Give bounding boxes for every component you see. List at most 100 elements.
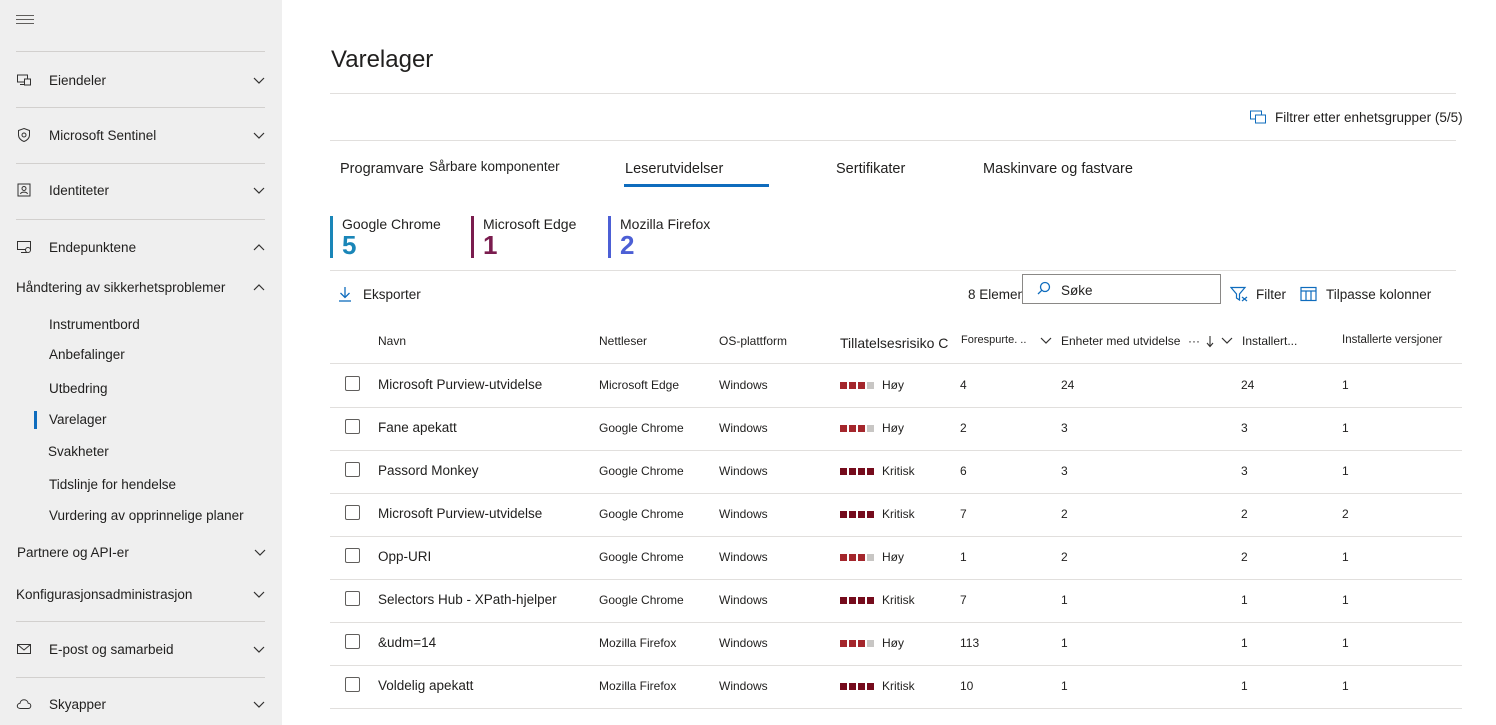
column-header-versions[interactable]: Installerte versjoner [1342,334,1442,346]
risk-bar-segment [849,553,856,561]
risk-bar-segment [849,639,856,647]
risk-bar-segment [858,553,865,561]
sort-descending-icon[interactable] [1205,335,1215,348]
divider [330,140,1456,141]
divider [16,51,265,52]
browser-summary-chrome[interactable]: Google Chrome 5 [330,216,441,258]
row-checkbox[interactable] [345,591,360,606]
chevron-down-icon [253,132,265,139]
tab-programvare[interactable]: Programvare [340,161,424,177]
tab-maskinvare[interactable]: Maskinvare og fastvare [983,161,1133,177]
chevron-down-icon[interactable] [1221,336,1233,346]
download-icon [339,287,351,302]
cell-requests: 2 [960,421,967,435]
chevron-down-icon [254,549,266,556]
nav-group-eiendeler[interactable]: Eiendeler [16,65,266,95]
search-input[interactable]: Søke [1022,274,1221,304]
row-checkbox[interactable] [345,548,360,563]
column-header-installed[interactable]: Installert... [1242,334,1297,348]
risk-bar-segment [849,467,856,475]
nav-group-epost[interactable]: E-post og samarbeid [16,634,266,664]
cell-name[interactable]: Opp-URI [378,549,431,564]
risk-bar-segment [858,467,865,475]
cell-requests: 10 [960,679,974,693]
cell-name[interactable]: Microsoft Purview-utvidelse [378,377,542,392]
table-row[interactable]: Fane apekatt Google Chrome Windows 2 3 3 1 Høy [330,407,1462,451]
risk-bar-segment [867,553,874,561]
nav-group-microsoft-sentinel[interactable]: Microsoft Sentinel [16,120,266,150]
column-header-devices[interactable]: Enheter med utvidelse [1061,334,1180,348]
risk-indicator: Kritisk [840,679,915,693]
table-row[interactable]: Voldelig apekatt Mozilla Firefox Windows 10… [330,665,1462,709]
divider [330,270,1456,271]
shield-icon [16,127,32,143]
cell-devices: 1 [1061,593,1068,607]
chevron-up-icon [253,284,265,291]
nav-item-anbefalinger[interactable]: Anbefalinger [49,347,125,362]
column-header-requests[interactable]: Forespurte. .. [961,334,1026,346]
cell-name[interactable]: Microsoft Purview-utvidelse [378,506,542,521]
tab-leserutvidelser[interactable]: Leserutvidelser [625,161,723,177]
customize-columns-button[interactable]: Tilpasse kolonner [1300,286,1431,302]
nav-group-konfigurasjon[interactable]: Konfigurasjonsadministrasjon [16,579,266,609]
risk-bar-segment [840,596,847,604]
risk-bar-segment [840,381,847,389]
tab-sertifikater[interactable]: Sertifikater [836,161,905,177]
cell-installed: 1 [1241,679,1248,693]
risk-bar-segment [858,596,865,604]
chevron-down-icon [253,591,265,598]
nav-item-tidslinje[interactable]: Tidslinje for hendelse [49,477,176,492]
cell-os: Windows [719,679,768,693]
cell-name[interactable]: Fane apekatt [378,420,457,435]
cell-installed: 1 [1241,636,1248,650]
cell-installed: 3 [1241,421,1248,435]
browser-summary-firefox[interactable]: Mozilla Firefox 2 [608,216,710,258]
row-checkbox[interactable] [345,677,360,692]
risk-bar-segment [858,639,865,647]
row-checkbox[interactable] [345,419,360,434]
nav-group-identiteter[interactable]: Identiteter [16,175,266,205]
column-header-browser[interactable]: Nettleser [599,334,647,348]
export-button[interactable]: Eksporter [338,286,421,302]
filter-button[interactable]: Filter [1230,286,1286,302]
browser-summary-edge[interactable]: Microsoft Edge 1 [471,216,576,258]
risk-bar-segment [867,467,874,475]
table-row[interactable]: Passord Monkey Google Chrome Windows 6 3 3 1 Kr… [330,450,1462,494]
nav-section-handtering[interactable]: Håndtering av sikkerhetsproblemer [16,272,266,302]
hamburger-menu-icon[interactable] [16,12,34,26]
cell-name[interactable]: &udm=14 [378,635,436,650]
cell-name[interactable]: Selectors Hub - XPath-hjelper [378,592,557,607]
cell-name[interactable]: Voldelig apekatt [378,678,473,693]
nav-item-utbedring[interactable]: Utbedring [49,381,108,396]
column-header-os[interactable]: OS-plattform [719,334,787,348]
row-checkbox[interactable] [345,505,360,520]
device-group-filter-button[interactable]: Filtrer etter enhetsgrupper (5/5) [1249,109,1463,125]
table-row[interactable]: Selectors Hub - XPath-hjelper Google Chro… [330,579,1462,623]
cell-versions: 1 [1342,464,1349,478]
cell-name[interactable]: Passord Monkey [378,463,479,478]
table-row[interactable]: Microsoft Purview-utvidelse Microsoft Edg… [330,364,1462,408]
cell-versions: 2 [1342,507,1349,521]
nav-item-svakheter[interactable]: Svakheter [48,444,109,459]
table-row[interactable]: &udm=14 Mozilla Firefox Windows 113 1 1 1 Høy [330,622,1462,666]
column-header-risk[interactable]: Tillatelsesrisiko C [840,335,948,351]
risk-bar-segment [858,510,865,518]
nav-item-instrumentbord[interactable]: Instrumentbord [49,317,140,332]
nav-group-skyapper[interactable]: Skyapper [16,689,266,719]
nav-group-partnere[interactable]: Partnere og API-er [17,537,267,567]
cell-versions: 1 [1342,679,1349,693]
cell-versions: 1 [1342,378,1349,392]
column-header-name[interactable]: Navn [378,334,406,348]
tab-sarbare-komponenter[interactable]: Sårbare komponenter [429,159,560,174]
nav-item-varelager[interactable]: Varelager [49,412,107,427]
nav-item-vurdering[interactable]: Vurdering av opprinnelige planer [49,508,244,523]
more-options-icon[interactable]: ··· [1188,334,1200,348]
chevron-down-icon[interactable] [1040,336,1052,346]
nav-group-endepunktene[interactable]: Endepunktene [16,232,266,262]
row-checkbox[interactable] [345,634,360,649]
table-row[interactable]: Microsoft Purview-utvidelse Google Chrome… [330,493,1462,537]
row-checkbox[interactable] [345,376,360,391]
row-checkbox[interactable] [345,462,360,477]
table-row[interactable]: Opp-URI Google Chrome Windows 1 2 2 1 Høy [330,536,1462,580]
endpoint-icon [16,239,32,255]
